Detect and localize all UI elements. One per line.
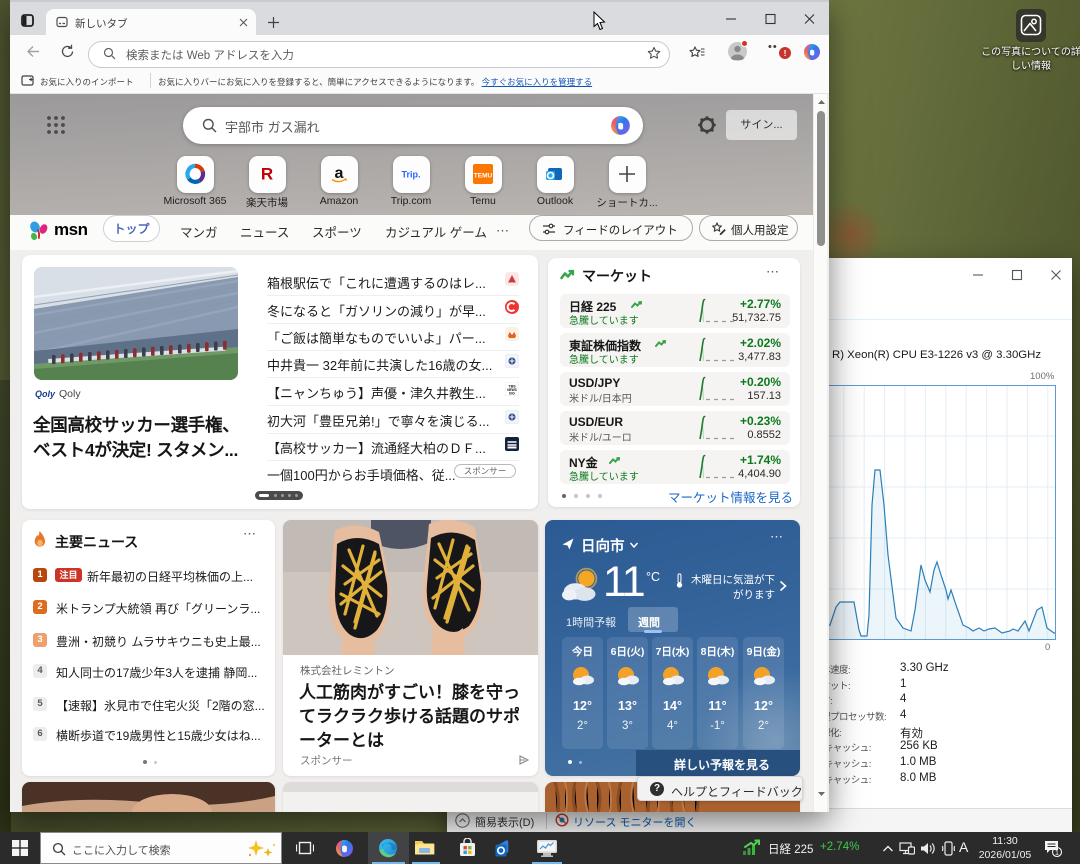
svg-text:TEMU: TEMU bbox=[474, 173, 493, 180]
svg-text:DIG: DIG bbox=[509, 391, 515, 395]
svg-text:Trip.: Trip. bbox=[401, 170, 420, 180]
svg-text:R: R bbox=[261, 165, 273, 184]
svg-text:1: 1 bbox=[1055, 848, 1059, 857]
svg-text:a: a bbox=[335, 165, 344, 182]
